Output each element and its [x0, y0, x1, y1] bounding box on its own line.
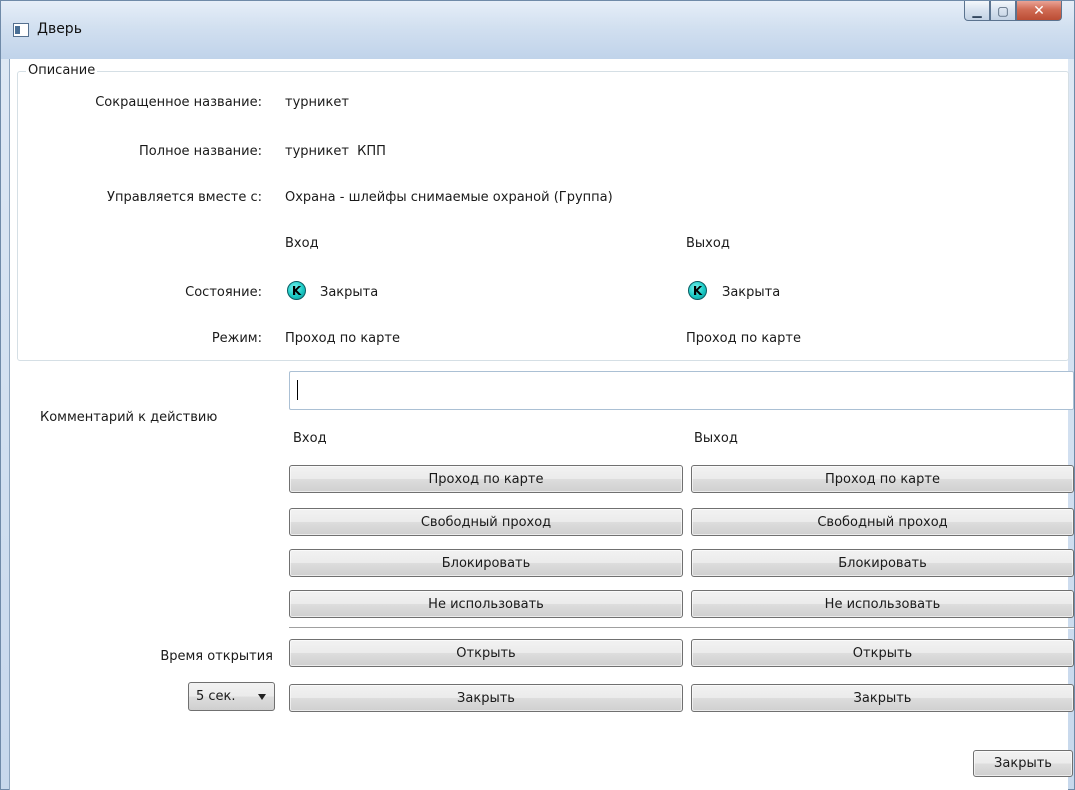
controlled-with-label: Управляется вместе с: [107, 190, 262, 205]
maximize-icon[interactable]: ▢ [990, 1, 1016, 21]
mode-label: Режим: [211, 331, 262, 346]
dialog-close-button[interactable]: Закрыть [973, 750, 1073, 777]
window-icon [13, 23, 29, 37]
entry-disable-button[interactable]: Не использовать [289, 590, 683, 618]
actions-separator [289, 627, 1074, 629]
actions-exit-header: Выход [694, 431, 738, 446]
exit-block-button[interactable]: Блокировать [691, 549, 1074, 577]
entry-block-button[interactable]: Блокировать [289, 549, 683, 577]
full-name-label: Полное название: [139, 144, 262, 159]
entry-mode-value: Проход по карте [285, 331, 400, 346]
exit-disable-button[interactable]: Не использовать [691, 590, 1074, 618]
entry-card-access-button[interactable]: Проход по карте [289, 465, 683, 493]
entry-state-icon: K [287, 281, 306, 300]
text-caret [297, 380, 298, 400]
full-name-value: турникет КПП [285, 144, 386, 159]
controlled-with-value: Охрана - шлейфы снимаемые охраной (Групп… [285, 190, 613, 205]
comment-label: Комментарий к действию [40, 410, 218, 425]
comment-input[interactable] [289, 371, 1074, 410]
minimize-icon[interactable]: ▁ [964, 1, 990, 21]
title-bar[interactable]: Дверь ▁ ▢ ✕ [1, 1, 1074, 59]
exit-header: Выход [686, 236, 730, 251]
open-time-label: Время открытия [160, 649, 273, 664]
state-label: Состояние: [185, 285, 262, 300]
entry-state-value: Закрыта [320, 285, 379, 300]
entry-open-button[interactable]: Открыть [289, 639, 683, 667]
exit-open-button[interactable]: Открыть [691, 639, 1074, 667]
entry-close-button[interactable]: Закрыть [289, 684, 683, 712]
short-name-label: Сокращенное название: [95, 95, 262, 110]
entry-header: Вход [285, 236, 319, 251]
entry-free-pass-button[interactable]: Свободный проход [289, 508, 683, 536]
open-time-value: 5 сек. [196, 689, 236, 704]
exit-state-icon: K [688, 281, 707, 300]
exit-state-value: Закрыта [722, 285, 781, 300]
exit-free-pass-button[interactable]: Свободный проход [691, 508, 1074, 536]
exit-card-access-button[interactable]: Проход по карте [691, 465, 1074, 493]
description-legend: Описание [26, 63, 98, 78]
client-area: Описание Сокращенное название: турникет … [9, 59, 1074, 790]
exit-close-button[interactable]: Закрыть [691, 684, 1074, 712]
chevron-down-icon [258, 694, 266, 700]
door-window: Дверь ▁ ▢ ✕ Описание Сокращенное названи… [0, 0, 1075, 790]
open-time-select[interactable]: 5 сек. [188, 682, 275, 711]
short-name-value: турникет [285, 95, 349, 110]
window-title: Дверь [37, 21, 82, 37]
close-icon[interactable]: ✕ [1016, 1, 1062, 21]
actions-entry-header: Вход [293, 431, 327, 446]
caption-buttons: ▁ ▢ ✕ [964, 1, 1062, 23]
exit-mode-value: Проход по карте [686, 331, 801, 346]
description-group: Описание [17, 63, 1069, 361]
